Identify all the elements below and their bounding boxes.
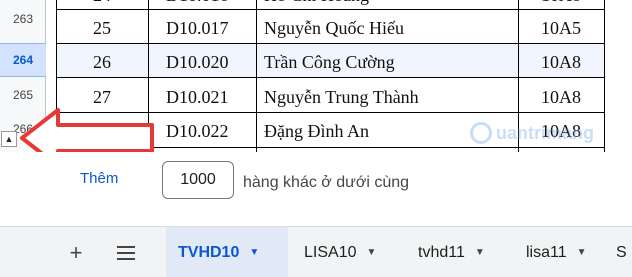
cell-stt[interactable]: 27 (56, 80, 148, 114)
cell-class[interactable]: 10A8 (518, 45, 604, 79)
cell-name[interactable]: Nguyễn Quốc Hiếu (264, 11, 518, 45)
row-header-263[interactable]: 263 (0, 2, 46, 36)
tab-lisa10[interactable]: LISA10 ▼ (292, 227, 400, 277)
tab-lisa11[interactable]: lisa11 ▼ (514, 227, 612, 277)
cell-class[interactable]: 10A8 (518, 80, 604, 114)
cell-stt[interactable]: 28 (56, 114, 148, 148)
cell-stt[interactable]: 26 (56, 45, 148, 79)
tab-label: S (616, 243, 627, 261)
watermark-text: uantrimang (496, 122, 595, 143)
tab-tvhd10[interactable]: TVHD10 ▼ (166, 227, 288, 277)
chevron-down-icon[interactable]: ▼ (577, 247, 587, 258)
cell-name[interactable]: Trần Công Cường (264, 45, 518, 79)
column-border (604, 0, 605, 152)
rows-count-input[interactable] (162, 161, 234, 199)
tab-partial[interactable]: S (612, 227, 632, 277)
cell-name[interactable]: Nguyễn Trung Thành (264, 80, 518, 114)
spreadsheet-grid: 263 264 265 266 ▲ 24 D10.016 Hồ Chí Hoàn… (0, 0, 632, 152)
tab-label: LISA10 (304, 243, 357, 261)
chevron-down-icon[interactable]: ▼ (366, 247, 376, 258)
cell-class[interactable]: 10A5 (518, 11, 604, 45)
scroll-up-button[interactable]: ▲ (1, 131, 17, 147)
tab-tvhd11[interactable]: tvhd11 ▼ (406, 227, 510, 277)
add-rows-button[interactable]: Thêm (80, 170, 118, 187)
row-header-column: 263 264 265 266 ▲ (0, 0, 46, 152)
column-border (148, 0, 149, 152)
chevron-down-icon[interactable]: ▼ (475, 247, 485, 258)
cell-code[interactable]: D10.017 (166, 11, 256, 45)
tab-label: lisa11 (526, 243, 567, 261)
add-rows-panel: Thêm hàng khác ở dưới cùng (0, 152, 632, 226)
hamburger-menu-icon[interactable] (112, 239, 140, 267)
cell-stt[interactable]: 25 (56, 11, 148, 45)
sheet-tab-bar: + TVHD10 ▼ LISA10 ▼ tvhd11 ▼ lisa11 ▼ S (0, 226, 632, 277)
cell-code[interactable]: D10.022 (166, 114, 256, 148)
tab-label: TVHD10 (178, 243, 240, 261)
row-header-264[interactable]: 264 (0, 43, 46, 77)
plus-icon[interactable]: + (62, 239, 90, 267)
tab-label: tvhd11 (418, 243, 465, 261)
cell-code[interactable]: D10.021 (166, 80, 256, 114)
cell-code[interactable]: D10.020 (166, 45, 256, 79)
chevron-down-icon[interactable]: ▼ (249, 247, 259, 258)
row-header-265[interactable]: 265 (0, 78, 46, 112)
watermark: uantrimang (470, 122, 594, 144)
add-rows-suffix: hàng khác ở dưới cùng (243, 174, 410, 191)
watermark-logo-icon (470, 122, 492, 144)
column-border (256, 0, 257, 152)
